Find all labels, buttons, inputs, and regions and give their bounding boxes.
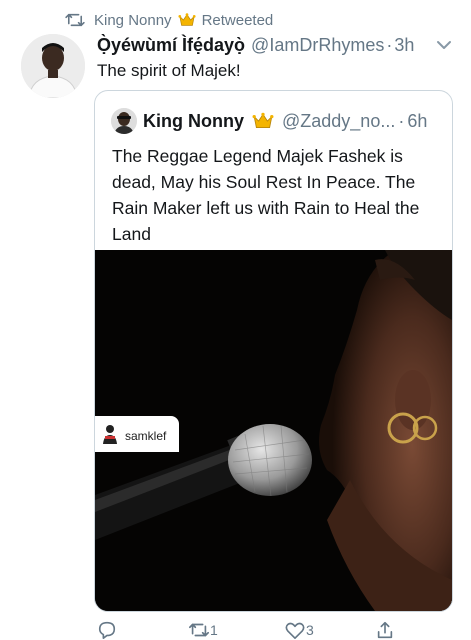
quoted-tweet-card[interactable]: King Nonny @Zaddy_no... · 6h The Reggae …	[94, 90, 453, 612]
separator-dot: ·	[386, 34, 393, 55]
share-icon	[377, 621, 393, 639]
reply-icon	[98, 621, 116, 639]
like-count: 3	[306, 622, 314, 638]
retweet-icon	[189, 623, 209, 637]
quoted-avatar-image	[111, 108, 137, 134]
tweet-header: Ọ̀yéwùmí Ìfẹ́dayọ̀ @IamDrRhymes · 3h	[97, 33, 414, 57]
retweeted-label: Retweeted	[201, 11, 274, 29]
retweeter-name[interactable]: King Nonny	[94, 12, 172, 29]
retweet-button[interactable]: 1	[188, 620, 218, 640]
quoted-author-name[interactable]: King Nonny	[143, 111, 244, 132]
retweet-count: 1	[210, 622, 218, 638]
quoted-tweet-time[interactable]: 6h	[407, 111, 427, 132]
like-button[interactable]: 3	[284, 620, 314, 640]
heart-icon	[285, 622, 305, 639]
tweet-text: The spirit of Majek!	[97, 61, 241, 80]
tweet-actions: 1 3	[96, 620, 416, 640]
tweet-time[interactable]: 3h	[394, 35, 414, 56]
quoted-author-avatar[interactable]	[111, 108, 137, 134]
retweet-icon	[65, 13, 85, 27]
chevron-down-icon[interactable]	[435, 38, 453, 52]
crown-icon	[252, 112, 274, 129]
crown-icon	[178, 13, 196, 26]
author-avatar[interactable]	[21, 34, 85, 98]
avatar-image	[21, 34, 85, 98]
separator-dot: ·	[398, 110, 405, 131]
author-handle[interactable]: @IamDrRhymes	[251, 35, 384, 56]
quoted-author-handle[interactable]: @Zaddy_no...	[282, 111, 395, 132]
quoted-tweet-text: The Reggae Legend Majek Fashek is dead, …	[112, 146, 420, 244]
retweet-context[interactable]: King Nonny Retweeted	[64, 10, 273, 30]
watermark-text: samklef	[125, 429, 167, 443]
watermark-logo-icon	[103, 425, 117, 444]
share-button[interactable]	[374, 620, 396, 640]
quoted-tweet-header: King Nonny @Zaddy_no... · 6h	[143, 109, 427, 133]
author-name[interactable]: Ọ̀yéwùmí Ìfẹ́dayọ̀	[97, 35, 245, 56]
reply-button[interactable]	[96, 620, 118, 640]
